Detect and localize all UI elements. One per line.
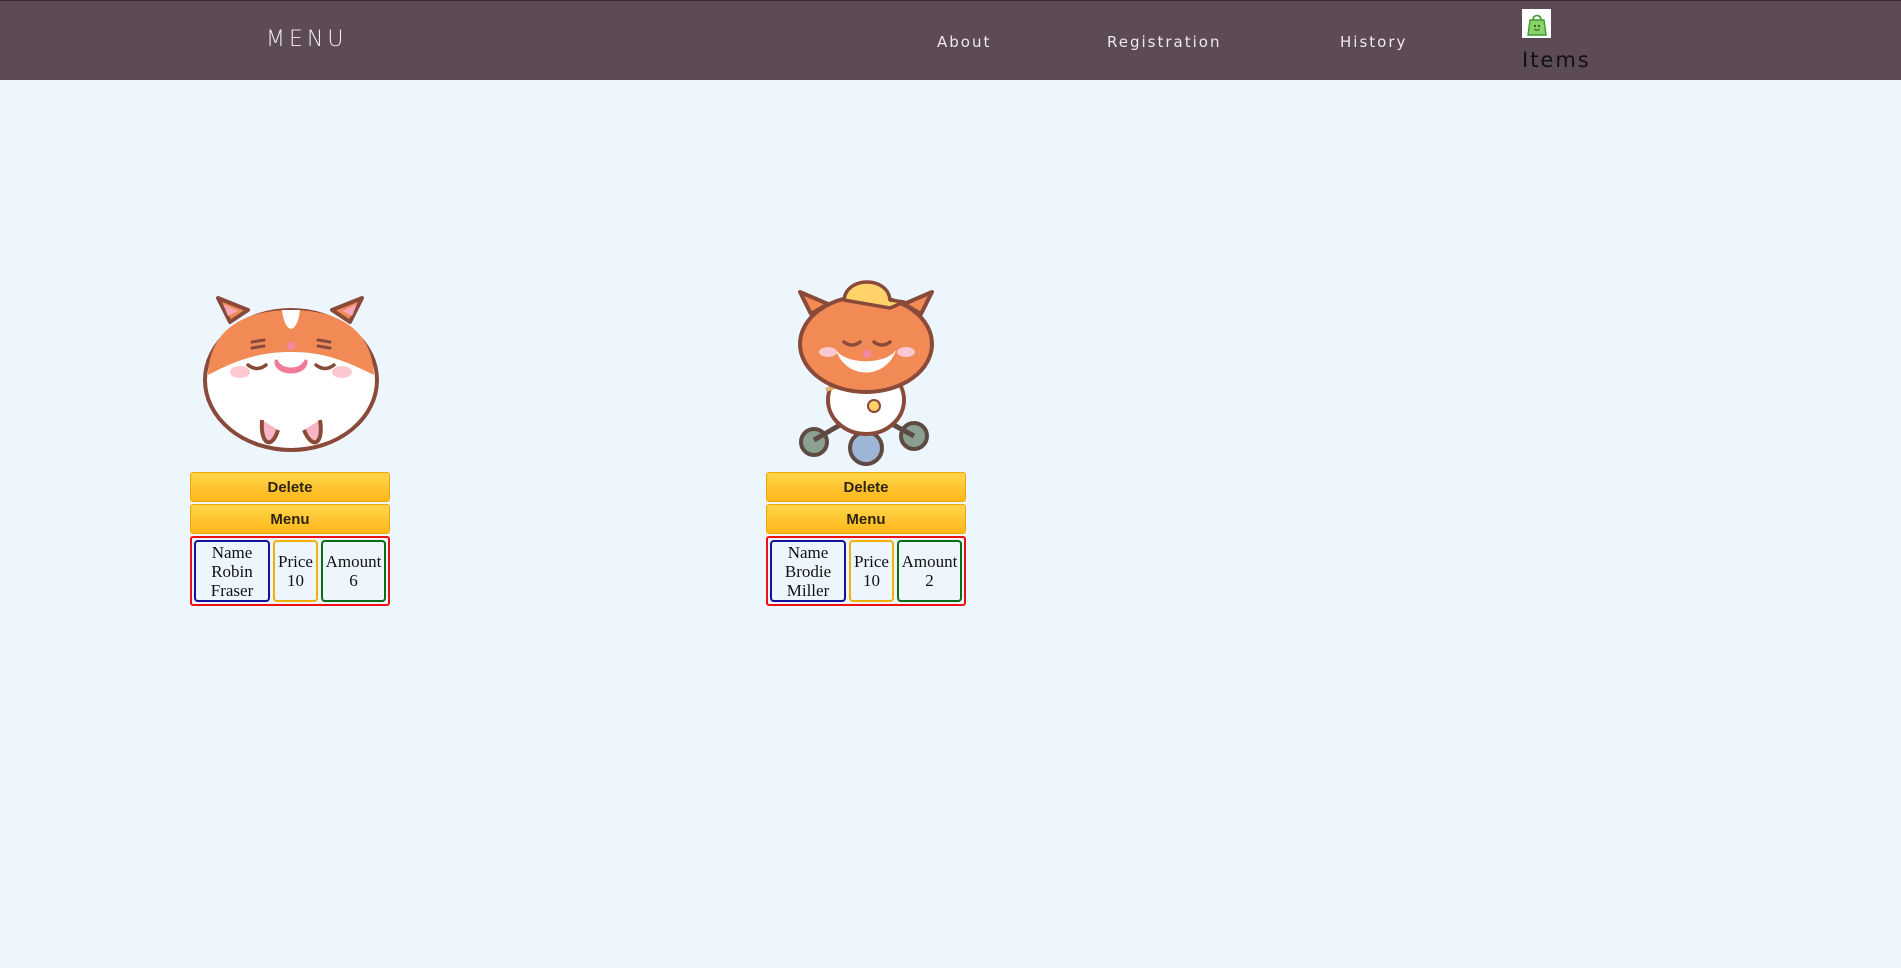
menu-button[interactable]: Menu [766, 504, 966, 534]
amount-header: Amount [901, 552, 958, 571]
price-value: 10 [287, 571, 304, 590]
delete-button[interactable]: Delete [190, 472, 390, 502]
name-value-first: Robin [211, 561, 253, 581]
name-value-last: Miller [786, 580, 830, 600]
price-value: 10 [863, 571, 880, 590]
top-navbar: MENU About Registration History Items [0, 0, 1901, 80]
amount-cell: Amount 2 [897, 540, 962, 602]
items-label[interactable]: Items [1522, 48, 1591, 72]
name-value-last: Fraser [210, 580, 254, 600]
brand-menu-link[interactable]: MENU [266, 27, 347, 52]
amount-value: 2 [925, 571, 934, 590]
price-cell: Price 10 [849, 540, 894, 602]
amount-header: Amount [325, 552, 382, 571]
name-value-first: Brodie [784, 561, 832, 581]
price-header: Price [854, 552, 889, 571]
delete-button[interactable]: Delete [766, 472, 966, 502]
amount-cell: Amount 6 [321, 540, 386, 602]
shopping-bag-icon[interactable] [1522, 9, 1551, 38]
name-cell: Name Robin Fraser [194, 540, 270, 602]
menu-button[interactable]: Menu [190, 504, 390, 534]
amount-value: 6 [349, 571, 358, 590]
hamster-sleeping-illustration [203, 296, 379, 452]
nav-link-about[interactable]: About [937, 33, 991, 51]
name-cell: Name Brodie Miller [770, 540, 846, 602]
name-header: Name [211, 542, 253, 562]
item-card: Delete Menu Name Brodie Miller Price 10 … [766, 280, 966, 606]
nav-link-registration[interactable]: Registration [1107, 33, 1221, 51]
item-card: Delete Menu Name Robin Fraser Price 10 A… [190, 280, 390, 606]
nav-link-history[interactable]: History [1340, 33, 1407, 51]
item-info-box: Name Brodie Miller Price 10 Amount 2 [766, 536, 966, 606]
price-header: Price [278, 552, 313, 571]
name-header: Name [787, 542, 829, 562]
hamster-on-tricycle-illustration [798, 280, 934, 466]
price-cell: Price 10 [273, 540, 318, 602]
items-cart[interactable]: Items [1522, 9, 1591, 72]
item-info-box: Name Robin Fraser Price 10 Amount 6 [190, 536, 390, 606]
